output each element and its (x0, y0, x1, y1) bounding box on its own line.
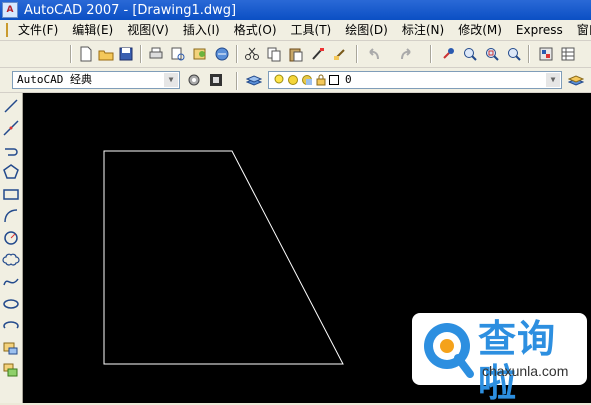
layer-manager-icon[interactable] (246, 72, 262, 88)
make-block-icon[interactable] (2, 361, 20, 379)
layer-previous-icon[interactable] (568, 72, 584, 88)
search-logo-icon (424, 323, 474, 378)
menu-edit[interactable]: 编辑(E) (65, 20, 120, 40)
lock-icon[interactable] (315, 74, 327, 86)
plot-icon[interactable] (214, 46, 230, 62)
trapezoid-shape[interactable] (103, 150, 344, 365)
toolbar-separator (236, 45, 238, 63)
polygon-icon[interactable] (2, 163, 20, 181)
menu-view[interactable]: 视图(V) (120, 20, 176, 40)
properties-icon[interactable] (332, 46, 348, 62)
ellipse-icon[interactable] (2, 295, 20, 313)
menu-dimension[interactable]: 标注(N) (395, 20, 451, 40)
title-bar: A AutoCAD 2007 - [Drawing1.dwg] (0, 0, 591, 20)
publish-icon[interactable] (192, 46, 208, 62)
copy-icon[interactable] (266, 46, 282, 62)
toolbar-separator (356, 45, 358, 63)
toolbar-separator (528, 45, 530, 63)
watermark-brand: 查询啦 (478, 317, 557, 405)
revision-cloud-icon[interactable] (2, 251, 20, 269)
open-icon[interactable] (98, 46, 114, 62)
pan-icon[interactable] (440, 46, 456, 62)
workspace-layer-toolbar: AutoCAD 经典 ▼ 0 ▼ (0, 68, 591, 93)
chevron-down-icon[interactable]: ▼ (164, 73, 178, 87)
matchprop-icon[interactable] (310, 46, 326, 62)
workspace-settings-icon[interactable] (186, 72, 202, 88)
undo-icon[interactable] (366, 46, 382, 62)
standard-toolbar (0, 41, 591, 68)
menu-bar: 文件(F) 编辑(E) 视图(V) 插入(I) 格式(O) 工具(T) 绘图(D… (0, 20, 591, 41)
autocad-app-icon[interactable]: A (2, 2, 18, 18)
cut-icon[interactable] (244, 46, 260, 62)
circle-icon[interactable] (2, 229, 20, 247)
bulb-icon[interactable] (273, 74, 285, 86)
arc-icon[interactable] (2, 207, 20, 225)
workspace-save-icon[interactable] (208, 72, 224, 88)
rectangle-icon[interactable] (2, 185, 20, 203)
menu-file[interactable]: 文件(F) (11, 20, 65, 40)
preview-icon[interactable] (170, 46, 186, 62)
watermark-url: chaxunla.com (482, 363, 569, 379)
menu-tools[interactable]: 工具(T) (284, 20, 339, 40)
toolpalette-icon[interactable] (560, 46, 576, 62)
document-icon[interactable] (6, 23, 8, 37)
polyline-icon[interactable] (2, 141, 20, 159)
spline-icon[interactable] (2, 273, 20, 291)
redo-icon[interactable] (398, 46, 414, 62)
save-icon[interactable] (118, 46, 134, 62)
watermark: 查询啦 chaxunla.com (412, 313, 587, 405)
toolbar-separator (236, 72, 238, 90)
viewport-freeze-icon[interactable] (301, 74, 313, 86)
menu-modify[interactable]: 修改(M) (451, 20, 509, 40)
print-icon[interactable] (148, 46, 164, 62)
menu-draw[interactable]: 绘图(D) (338, 20, 395, 40)
menu-format[interactable]: 格式(O) (227, 20, 284, 40)
line-icon[interactable] (2, 97, 20, 115)
designcenter-icon[interactable] (538, 46, 554, 62)
insert-block-icon[interactable] (2, 339, 20, 357)
zoom-window-icon[interactable] (484, 46, 500, 62)
paste-icon[interactable] (288, 46, 304, 62)
zoom-realtime-icon[interactable] (462, 46, 478, 62)
draw-toolbar (0, 93, 23, 403)
menu-express[interactable]: Express (509, 20, 570, 40)
ellipse-arc-icon[interactable] (2, 317, 20, 335)
zoom-previous-icon[interactable] (506, 46, 522, 62)
sun-icon[interactable] (287, 74, 299, 86)
toolbar-separator (430, 45, 432, 63)
workspace-combo[interactable]: AutoCAD 经典 ▼ (12, 71, 180, 89)
layer-color-swatch[interactable] (329, 75, 339, 85)
chevron-down-icon[interactable]: ▼ (546, 73, 560, 87)
layer-combo[interactable]: 0 ▼ (268, 71, 562, 89)
layer-name: 0 (345, 73, 352, 86)
menu-insert[interactable]: 插入(I) (176, 20, 227, 40)
toolbar-separator (140, 45, 142, 63)
new-icon[interactable] (78, 46, 94, 62)
menu-window[interactable]: 窗口( (570, 20, 591, 40)
workspace-value: AutoCAD 经典 (17, 73, 92, 86)
construction-line-icon[interactable] (2, 119, 20, 137)
toolbar-separator (70, 45, 72, 63)
window-title: AutoCAD 2007 - [Drawing1.dwg] (24, 2, 237, 18)
